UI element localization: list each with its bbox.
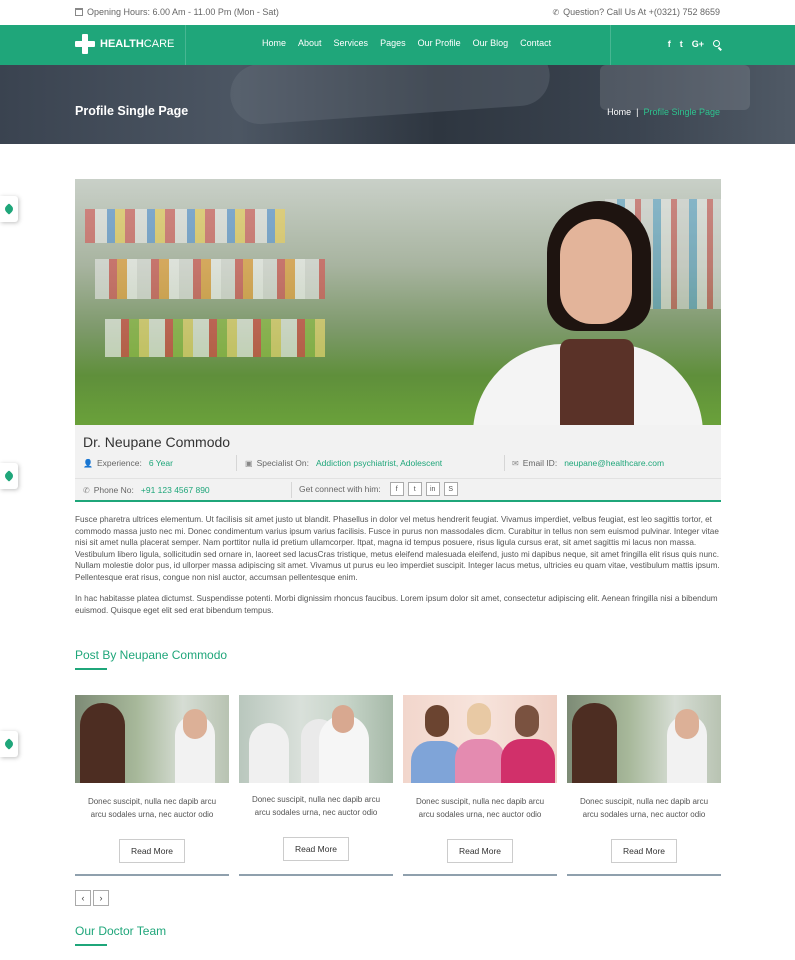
briefcase-icon: ▣ (245, 458, 253, 468)
breadcrumb-home[interactable]: Home (607, 107, 631, 117)
email-label: Email ID: (522, 458, 558, 468)
twitter-icon[interactable]: t (407, 482, 422, 496)
search-icon[interactable] (713, 40, 722, 51)
post-card: Donec suscipit, nulla nec dapib arcu arc… (75, 695, 229, 876)
logo-text-bold: HEALTH (100, 38, 144, 50)
doctor-info-panel: Dr. Neupane Commodo 👤 Experience: 6 Year… (75, 425, 721, 502)
doctor-name: Dr. Neupane Commodo (83, 434, 231, 450)
post-card: Donec suscipit, nulla nec dapib arcu arc… (567, 695, 721, 876)
post-image[interactable] (239, 695, 393, 783)
facebook-icon[interactable]: f (668, 39, 671, 49)
logo-text-light: CARE (143, 38, 175, 50)
nav-item-services[interactable]: Services (334, 38, 369, 48)
phone-info: ✆ Phone No: +91 123 4567 890 (83, 485, 210, 495)
post-excerpt: Donec suscipit, nulla nec dapib arcu arc… (87, 797, 217, 819)
breadcrumb-separator: | (636, 107, 639, 117)
opening-hours: Opening Hours: 6.00 Am - 11.00 Pm (Mon -… (75, 7, 279, 17)
style-switcher-tab[interactable] (0, 463, 18, 489)
nav-item-about[interactable]: About (298, 38, 322, 48)
post-image[interactable] (403, 695, 557, 783)
experience-value: 6 Year (148, 458, 173, 468)
banner-background-shape (600, 65, 750, 110)
email-info: ✉ Email ID: neupane@healthcare.com (512, 458, 664, 468)
section-underline (75, 668, 107, 670)
carousel-controls: ‹ › (75, 890, 109, 906)
twitter-icon[interactable]: t (680, 39, 683, 49)
paintbrush-icon (3, 470, 15, 482)
nav-item-our-profile[interactable]: Our Profile (418, 38, 461, 48)
breadcrumb: Home | Profile Single Page (607, 107, 720, 117)
style-switcher-tab[interactable] (0, 196, 18, 222)
top-info-bar: Opening Hours: 6.00 Am - 11.00 Pm (Mon -… (0, 0, 795, 25)
nav-item-contact[interactable]: Contact (520, 38, 551, 48)
logo[interactable]: HEALTH CARE (75, 34, 174, 54)
experience-label: Experience: (96, 458, 142, 468)
read-more-button[interactable]: Read More (119, 839, 185, 863)
doctor-bio-paragraph: In hac habitasse platea dictumst. Suspen… (75, 594, 718, 615)
post-card: Donec suscipit, nulla nec dapib arcu arc… (239, 695, 393, 876)
phone-label: Phone No: (93, 485, 134, 495)
doctor-profile-photo (75, 179, 721, 425)
paintbrush-icon (3, 738, 15, 750)
carousel-prev-button[interactable]: ‹ (75, 890, 91, 906)
phone-icon: ✆ (552, 7, 560, 17)
main-navbar: HEALTH CARE Home About Services Pages Our… (0, 25, 795, 65)
page-banner: Profile Single Page Home | Profile Singl… (0, 65, 795, 144)
connect-info: Get connect with him: f t in S (299, 482, 458, 496)
nav-social: f t G+ (668, 39, 722, 51)
nav-divider (185, 25, 186, 65)
calendar-icon (75, 8, 83, 16)
user-icon: 👤 (83, 458, 93, 468)
breadcrumb-current: Profile Single Page (643, 107, 720, 117)
specialist-label: Specialist On: (256, 458, 310, 468)
contact-phone: ✆ Question? Call Us At +(0321) 752 8659 (552, 7, 720, 17)
nav-item-home[interactable]: Home (262, 38, 286, 48)
team-section-title: Our Doctor Team (75, 924, 167, 938)
linkedin-icon[interactable]: in (425, 482, 440, 496)
post-image[interactable] (75, 695, 229, 783)
nav-divider (610, 25, 611, 65)
phone-icon: ✆ (83, 485, 90, 495)
banner-background-shape (228, 65, 552, 127)
post-excerpt: Donec suscipit, nulla nec dapib arcu arc… (251, 795, 381, 817)
read-more-button[interactable]: Read More (283, 837, 349, 861)
contact-phone-text[interactable]: Question? Call Us At +(0321) 752 8659 (563, 7, 720, 17)
google-plus-icon[interactable]: G+ (692, 39, 704, 49)
skype-icon[interactable]: S (443, 482, 458, 496)
opening-hours-text: Opening Hours: 6.00 Am - 11.00 Pm (Mon -… (87, 7, 279, 17)
post-image[interactable] (567, 695, 721, 783)
read-more-button[interactable]: Read More (611, 839, 677, 863)
specialist-value: Addiction psychiatrist, Adolescent (316, 458, 443, 468)
post-excerpt: Donec suscipit, nulla nec dapib arcu arc… (415, 797, 545, 819)
page-title: Profile Single Page (75, 104, 189, 118)
nav-item-pages[interactable]: Pages (380, 38, 406, 48)
email-value[interactable]: neupane@healthcare.com (564, 458, 664, 468)
nav-menu: Home About Services Pages Our Profile Ou… (262, 38, 551, 48)
post-excerpt: Donec suscipit, nulla nec dapib arcu arc… (579, 797, 709, 819)
carousel-next-button[interactable]: › (93, 890, 109, 906)
facebook-icon[interactable]: f (389, 482, 404, 496)
experience-info: 👤 Experience: 6 Year (83, 458, 173, 468)
envelope-icon: ✉ (512, 458, 519, 468)
medical-cross-icon (75, 34, 95, 54)
style-switcher-tab[interactable] (0, 731, 18, 757)
section-underline (75, 944, 107, 946)
read-more-button[interactable]: Read More (447, 839, 513, 863)
posts-section-title: Post By Neupane Commodo (75, 648, 228, 662)
doctor-bio-paragraph: Fusce pharetra ultrices elementum. Ut fa… (75, 515, 720, 582)
paintbrush-icon (3, 203, 15, 215)
post-card: Donec suscipit, nulla nec dapib arcu arc… (403, 695, 557, 876)
phone-value[interactable]: +91 123 4567 890 (141, 485, 210, 495)
connect-label: Get connect with him: (299, 484, 381, 494)
nav-item-our-blog[interactable]: Our Blog (473, 38, 509, 48)
specialist-info: ▣ Specialist On: Addiction psychiatrist,… (245, 458, 442, 468)
